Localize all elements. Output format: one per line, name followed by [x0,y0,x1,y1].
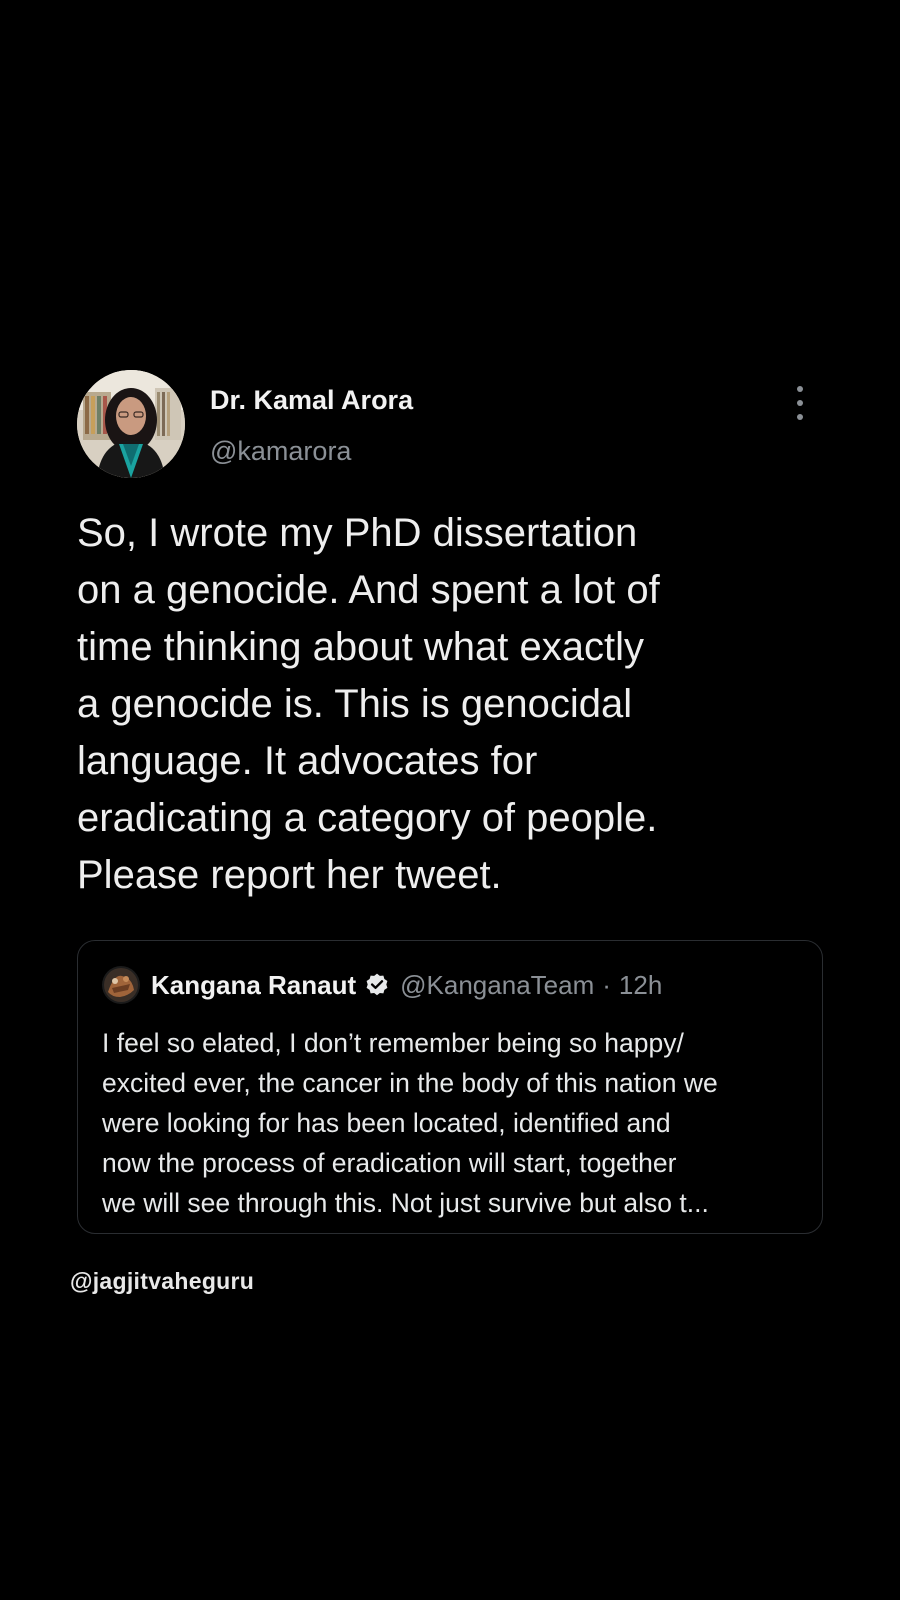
author-avatar[interactable] [77,370,185,478]
more-options-icon[interactable] [790,386,810,420]
author-name[interactable]: Dr. Kamal Arora [210,385,413,416]
watermark: @jagjitvaheguru [70,1268,255,1294]
tweet: Dr. Kamal Arora @kamarora So, I wrote my… [77,370,827,1234]
quoted-author-name[interactable]: Kangana Ranaut [151,970,356,1001]
more-dot [797,414,803,420]
quoted-separator: · [602,969,611,1000]
quoted-timestamp[interactable]: 12h [619,970,662,1001]
tweet-header: Dr. Kamal Arora @kamarora [77,370,827,480]
quoted-author-avatar[interactable] [102,966,140,1004]
quoted-tweet-text: I feel so elated, I don’t remember being… [102,1028,718,1218]
more-dot [797,386,803,392]
quoted-tweet-header: Kangana Ranaut @KanganaTeam · 12h [102,965,662,1005]
tweet-text: So, I wrote my PhD dissertation on a gen… [77,511,660,897]
author-handle[interactable]: @kamarora [210,436,351,467]
quoted-tweet-card[interactable]: Kangana Ranaut @KanganaTeam · 12h I feel… [77,940,823,1234]
quoted-author-handle[interactable]: @KanganaTeam [400,970,594,1001]
more-dot [797,400,803,406]
verified-badge-icon [364,972,390,998]
